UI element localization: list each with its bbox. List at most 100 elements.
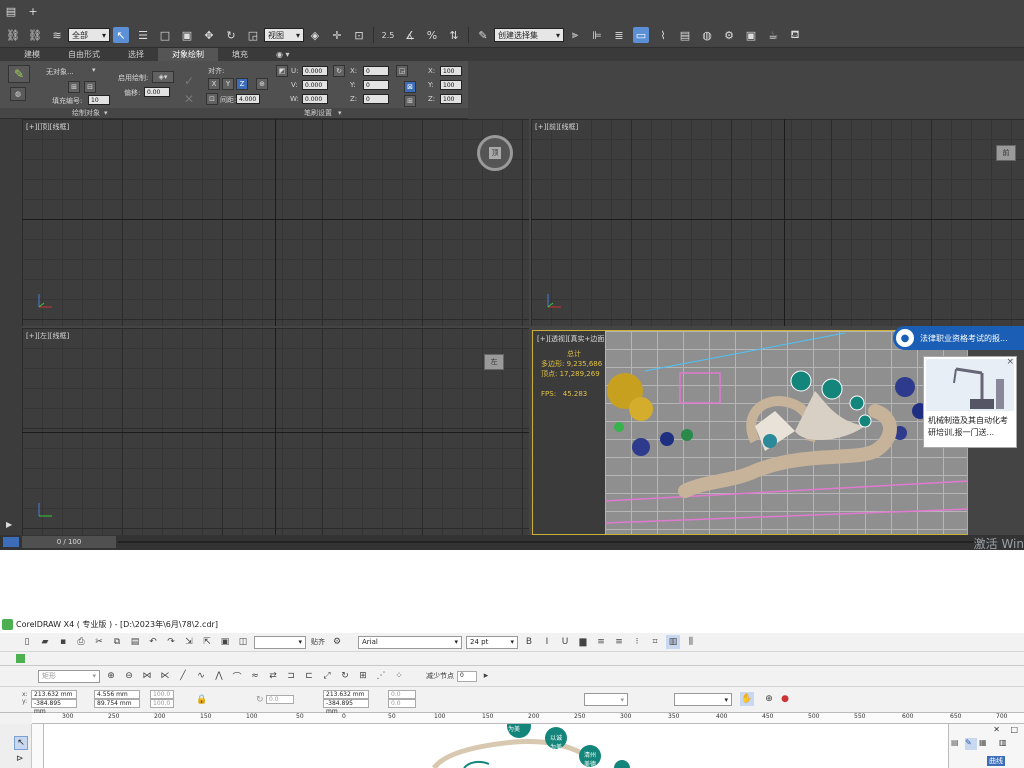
percent-snap-icon[interactable]: %: [424, 27, 440, 43]
offset-x-field[interactable]: 0.0: [388, 690, 416, 699]
pen-icon[interactable]: ✎: [965, 738, 977, 750]
rx-field[interactable]: 0: [363, 66, 389, 76]
pivot-icon[interactable]: ◈: [307, 27, 323, 43]
reduce-nodes-label[interactable]: 减少节点: [426, 671, 454, 681]
schematic-view-icon[interactable]: ▤: [677, 27, 693, 43]
check-icon[interactable]: ✓: [180, 73, 198, 89]
unlink-icon[interactable]: ⛓: [27, 27, 43, 43]
import-icon[interactable]: ⇲: [182, 635, 196, 649]
mini-listener-icon[interactable]: [3, 537, 19, 547]
corel-online-icon[interactable]: ◫: [236, 635, 250, 649]
sz-field[interactable]: 100: [440, 94, 462, 104]
material-editor-icon[interactable]: ◍: [699, 27, 715, 43]
align-z-button[interactable]: Z: [236, 78, 248, 90]
render-icon[interactable]: ☕: [765, 27, 781, 43]
hand-icon[interactable]: ✋: [740, 692, 754, 706]
viewport-label[interactable]: [+][左][线框]: [26, 331, 69, 341]
rz-field[interactable]: 0: [363, 94, 389, 104]
edit-named-sel-icon[interactable]: ✎: [475, 27, 491, 43]
italic-icon[interactable]: I: [540, 635, 554, 649]
render-setup-icon[interactable]: ⚙: [721, 27, 737, 43]
open-icon[interactable]: ▰: [38, 635, 52, 649]
maximize-icon[interactable]: □: [1010, 725, 1018, 734]
align-normal-icon[interactable]: ⊕: [256, 78, 268, 90]
viewport-left[interactable]: [+][左][线框] 左: [22, 328, 529, 535]
timeline-track[interactable]: [118, 541, 978, 543]
viewcube[interactable]: 顶: [477, 135, 513, 171]
break-curve-icon[interactable]: ⋉: [158, 669, 172, 683]
scale-y-field[interactable]: 100.0: [150, 699, 174, 708]
offset-field[interactable]: 0.00: [144, 87, 170, 97]
tab-modeling[interactable]: 建模: [10, 48, 54, 61]
align-nodes-icon[interactable]: ⊞: [356, 669, 370, 683]
spacing-icon[interactable]: ⊡: [206, 93, 218, 105]
offset-y-field[interactable]: 0.0: [388, 699, 416, 708]
keyboard-shortcut-icon[interactable]: ⊡: [351, 27, 367, 43]
delete-node-icon[interactable]: ⊖: [122, 669, 136, 683]
sy-field[interactable]: 100: [440, 80, 462, 90]
columns-icon[interactable]: ▥: [666, 635, 680, 649]
font-size-select[interactable]: 24 pt ▾: [466, 635, 518, 649]
height-field[interactable]: 89.754 mm: [94, 699, 140, 708]
underline-icon[interactable]: U: [558, 635, 572, 649]
width-field[interactable]: 4.556 mm: [94, 690, 140, 699]
scale-settings-icon[interactable]: ◲: [396, 65, 408, 77]
zoom-level-select[interactable]: ▾: [254, 635, 306, 649]
ad-header[interactable]: ● 法律职业资格考试的报...: [893, 326, 1024, 350]
tab-selection[interactable]: 选择: [114, 48, 158, 61]
page-icon[interactable]: ▥: [999, 738, 1019, 750]
mirror-icon[interactable]: ⫸: [567, 27, 583, 43]
rotation-icon[interactable]: ↻: [256, 695, 264, 705]
to-line-icon[interactable]: ╱: [176, 669, 190, 683]
y-position-field[interactable]: -384.895 mm: [31, 699, 77, 715]
viewcube[interactable]: 前: [996, 145, 1016, 161]
elastic-icon[interactable]: ⋰: [374, 669, 388, 683]
ad-popup[interactable]: ● 法律职业资格考试的报... × 机械制造及其自动化考研培训,报一门送...: [893, 326, 1024, 448]
lock-ratio-icon[interactable]: 🔒: [196, 695, 207, 705]
smooth-icon[interactable]: ⌒: [230, 669, 244, 683]
pick-list-icon[interactable]: ⊟: [84, 81, 96, 93]
v-field[interactable]: 0.000: [302, 80, 328, 90]
reverse-icon[interactable]: ⇄: [266, 669, 280, 683]
export-icon[interactable]: ⇱: [200, 635, 214, 649]
ad-body[interactable]: × 机械制造及其自动化考研培训,报一门送...: [923, 356, 1017, 448]
outline-width-select[interactable]: ▾: [584, 693, 628, 706]
select-manipulate-icon[interactable]: ✛: [329, 27, 345, 43]
x-position-field[interactable]: 213.632 mm: [31, 690, 77, 699]
undo-icon[interactable]: ↶: [146, 635, 160, 649]
layer-icon[interactable]: ▤: [951, 738, 963, 750]
spinner-snap-icon[interactable]: ⇅: [446, 27, 462, 43]
copy-icon[interactable]: ⧉: [110, 635, 124, 649]
docker-curve-label[interactable]: 曲线: [987, 756, 1005, 766]
tab-freeform[interactable]: 自由形式: [54, 48, 114, 61]
shape-tool-icon[interactable]: ⊳: [16, 754, 24, 764]
convert-icon[interactable]: ⊕: [762, 692, 776, 706]
spacing-field[interactable]: 4.000: [236, 94, 260, 104]
to-curve-icon[interactable]: ∿: [194, 669, 208, 683]
close-icon[interactable]: ×: [1006, 357, 1014, 367]
text-direction-icon[interactable]: ⫼: [684, 635, 698, 649]
new-document-icon[interactable]: ▯: [20, 635, 34, 649]
rect-selection-icon[interactable]: □: [157, 27, 173, 43]
units-select[interactable]: ▾: [674, 693, 732, 706]
pick-object-icon[interactable]: ⊞: [68, 81, 80, 93]
drawing-canvas[interactable]: 为美 以诚为美 清州美德: [44, 724, 948, 768]
align-icon[interactable]: ⊫: [589, 27, 605, 43]
drop-cap-icon[interactable]: ⌗: [648, 635, 662, 649]
expand-arrow-icon[interactable]: ▶: [6, 520, 12, 529]
move-icon[interactable]: ✥: [201, 27, 217, 43]
bind-spacewarp-icon[interactable]: ≋: [49, 27, 65, 43]
align-y-button[interactable]: Y: [222, 78, 234, 90]
viewcube-face[interactable]: 顶: [489, 147, 501, 159]
grid-icon[interactable]: ▦: [979, 738, 991, 750]
options-icon[interactable]: ⚙: [330, 635, 344, 649]
chevron-down-icon[interactable]: ▾: [92, 66, 96, 74]
font-name-select[interactable]: Arial ▾: [358, 635, 462, 649]
redo-icon[interactable]: ↷: [164, 635, 178, 649]
footer-brush-settings[interactable]: 笔刷设置: [304, 108, 332, 118]
viewport-label[interactable]: [+][前][线框]: [535, 122, 578, 132]
rotate-settings-icon[interactable]: ↻: [333, 65, 345, 77]
fill-number-field[interactable]: 10: [88, 95, 110, 105]
join-nodes-icon[interactable]: ⋈: [140, 669, 154, 683]
scale-x-field[interactable]: 100.0: [150, 690, 174, 699]
